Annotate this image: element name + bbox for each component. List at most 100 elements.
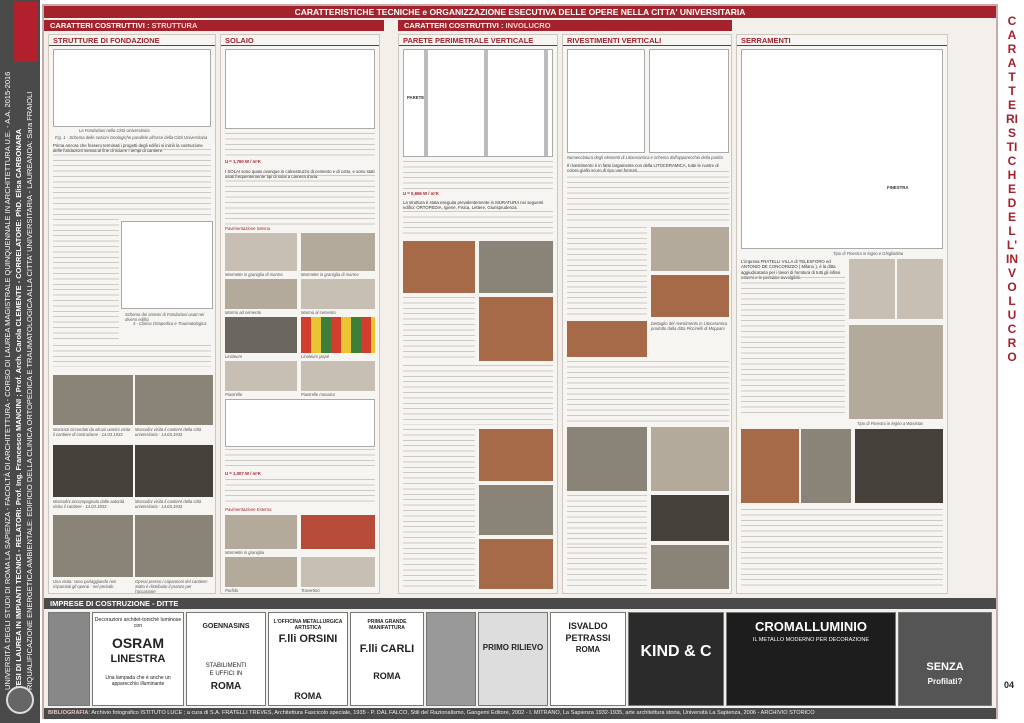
historic-photo [53,515,133,577]
thesis-line: TESI DI LAUREA IN IMPIANTI TECNICI - REL… [14,128,23,690]
caption: Fig. 1 - Schema delle sezioni Geologiche… [55,135,208,140]
legend-list [403,161,553,189]
paragraph: La struttura è stata eseguita prevalente… [403,200,544,211]
university-line: UNIVERSITÀ DEGLI STUDI DI ROMA LA SAPIEN… [3,71,12,690]
ad-goennasins: GOENNASINS STABILIMENTI E UFFICI IN ROMA [186,612,266,706]
caption: Dettaglio del rivestimento in Litocerami… [651,321,728,331]
caption: Porfido [225,588,239,593]
material-sample [225,557,297,587]
body-text-block [403,211,553,237]
wall-photo [479,297,553,361]
column-rivestimenti: RIVESTIMENTI VERTICALI Nomenclatura degl… [562,34,732,594]
material-sample [301,317,375,353]
caption: Linoleum [225,354,242,359]
ad-kind: KIND & C [628,612,724,706]
u-value: U = 1,007 W / m²K [225,471,261,476]
body-text-block [567,495,647,545]
cladding-photo [651,275,729,317]
caption: Tipo di Finestra in legno a Wasistas [857,421,924,426]
cladding-drawing [567,49,645,153]
material-sample [225,279,297,309]
caption: Operai presso i capannoni del cantiere: … [135,579,208,594]
caption: Travertino [301,588,320,593]
ad-senza: SENZA Profilati? [898,612,992,706]
column-title: SOLAIO [221,35,379,46]
historic-photo [135,375,213,425]
caption: Piastrelle [225,392,243,397]
caption: Linoleum jaspè [301,354,330,359]
material-sample [301,557,375,587]
right-vertical-title: CARATTERISTICHE DELL' INVOLUCRO 04 [1000,4,1024,719]
caption: Nomenclatura degli elementi di Litoceram… [567,155,723,160]
body-text-block [225,175,375,225]
historic-photo [135,445,213,497]
ad-photo [426,612,476,706]
window-photo [849,325,943,419]
ad-primo-rilievo: PRIMO RILIEVO [478,612,548,706]
cladding-photo [651,227,729,271]
section-imprese: IMPRESE DI COSTRUZIONE - DITTE [44,598,996,609]
caption: Marmo ad cemento [225,310,262,315]
geological-section-image [53,49,211,127]
caption: Piastrelle mosaico [301,392,335,397]
logo-badge [14,2,38,62]
column-parete: PARETE PERIMETRALE VERTICALE PARETE U = … [398,34,558,594]
body-text-block [403,365,553,425]
advertisements-strip: Decorazioni architet-tonichè luminose co… [44,610,996,708]
historic-photo [53,445,133,497]
caption: Marmette in graniglia di marmo [225,272,283,277]
body-text-block [567,171,729,225]
caption: Le Fondazioni nella Città Universitaria [79,128,150,133]
section-title: STRUTTURA [151,21,198,30]
material-sample [225,361,297,391]
caption: Mussolini visita il cantiere della città… [135,499,202,509]
body-text-block [53,345,211,367]
body-text-block [567,547,647,587]
section-involucro: CARATTERI COSTRUTTIVI : INVOLUCRO [398,20,732,31]
poster-main: CARATTERISTICHE TECNICHE e ORGANIZZAZION… [42,4,998,719]
ad-orsini: L'OFFICINA METALLURGICA ARTISTICA F.lli … [268,612,348,706]
bibliography-text: : Archivio fotografico ISTITUTO LUCE ; a… [88,710,815,716]
wall-photo [479,241,553,293]
body-text-block [741,277,845,417]
caption: 4 - Clinica Ortopedica e Traumatologica [133,321,207,326]
column-fondazioni: STRUTTURE DI FONDAZIONE Le Fondazioni ne… [48,34,216,594]
building-photo [651,427,729,491]
project-line: RIQUALIFICAZIONE ENERGETICA AMBIENTALE: … [25,91,34,690]
building-photo [567,427,647,491]
university-seal-icon [6,686,34,714]
body-text-block [567,227,647,317]
window-section-drawing [741,49,943,249]
section-struttura: CARATTERI COSTRUTTIVI : STRUTTURA [44,20,384,31]
material-sample [301,279,375,309]
column-serramenti: SERRAMENTI FINESTRA Tipo di Finestra in … [736,34,948,594]
left-info-band: UNIVERSITÀ DEGLI STUDI DI ROMA LA SAPIEN… [0,0,40,723]
vertical-title: CARATTERISTICHE DELL' INVOLUCRO [1006,14,1018,364]
column-solaio: SOLAIO U = 1,760 W / m²K I SOLAI sono qu… [220,34,380,594]
material-sample [225,317,297,353]
column-title: PARETE PERIMETRALE VERTICALE [399,35,557,46]
floor-section-drawing [225,49,375,129]
window-photo [855,429,943,503]
material-sample [301,233,375,271]
caption: Una visita: sono parlaggiando non rispam… [53,579,117,589]
wall-section-drawing [403,49,553,157]
body-text-block [53,149,211,217]
column-title: STRUTTURE DI FONDAZIONE [49,35,215,46]
caption: Marmo al cemento [301,310,336,315]
historic-photo [135,515,213,577]
material-sample [301,361,375,391]
cladding-drawing [649,49,729,153]
u-value: U = 0,656 W / m²K [403,191,439,196]
caption: Marmette in graniglia [225,550,265,555]
window-photo [741,429,799,503]
wall-photo [479,539,553,589]
ad-petrassi: ISVALDO PETRASSI ROMA [550,612,626,706]
window-photo [897,259,943,319]
drawing-label: PARETE [407,95,425,100]
section-prefix: CARATTERI COSTRUTTIVI : [404,21,506,30]
subheading: Pavimentazione Interna [225,226,271,231]
window-photo [849,259,895,319]
body-text-block [567,361,729,423]
ad-photo [48,612,90,706]
